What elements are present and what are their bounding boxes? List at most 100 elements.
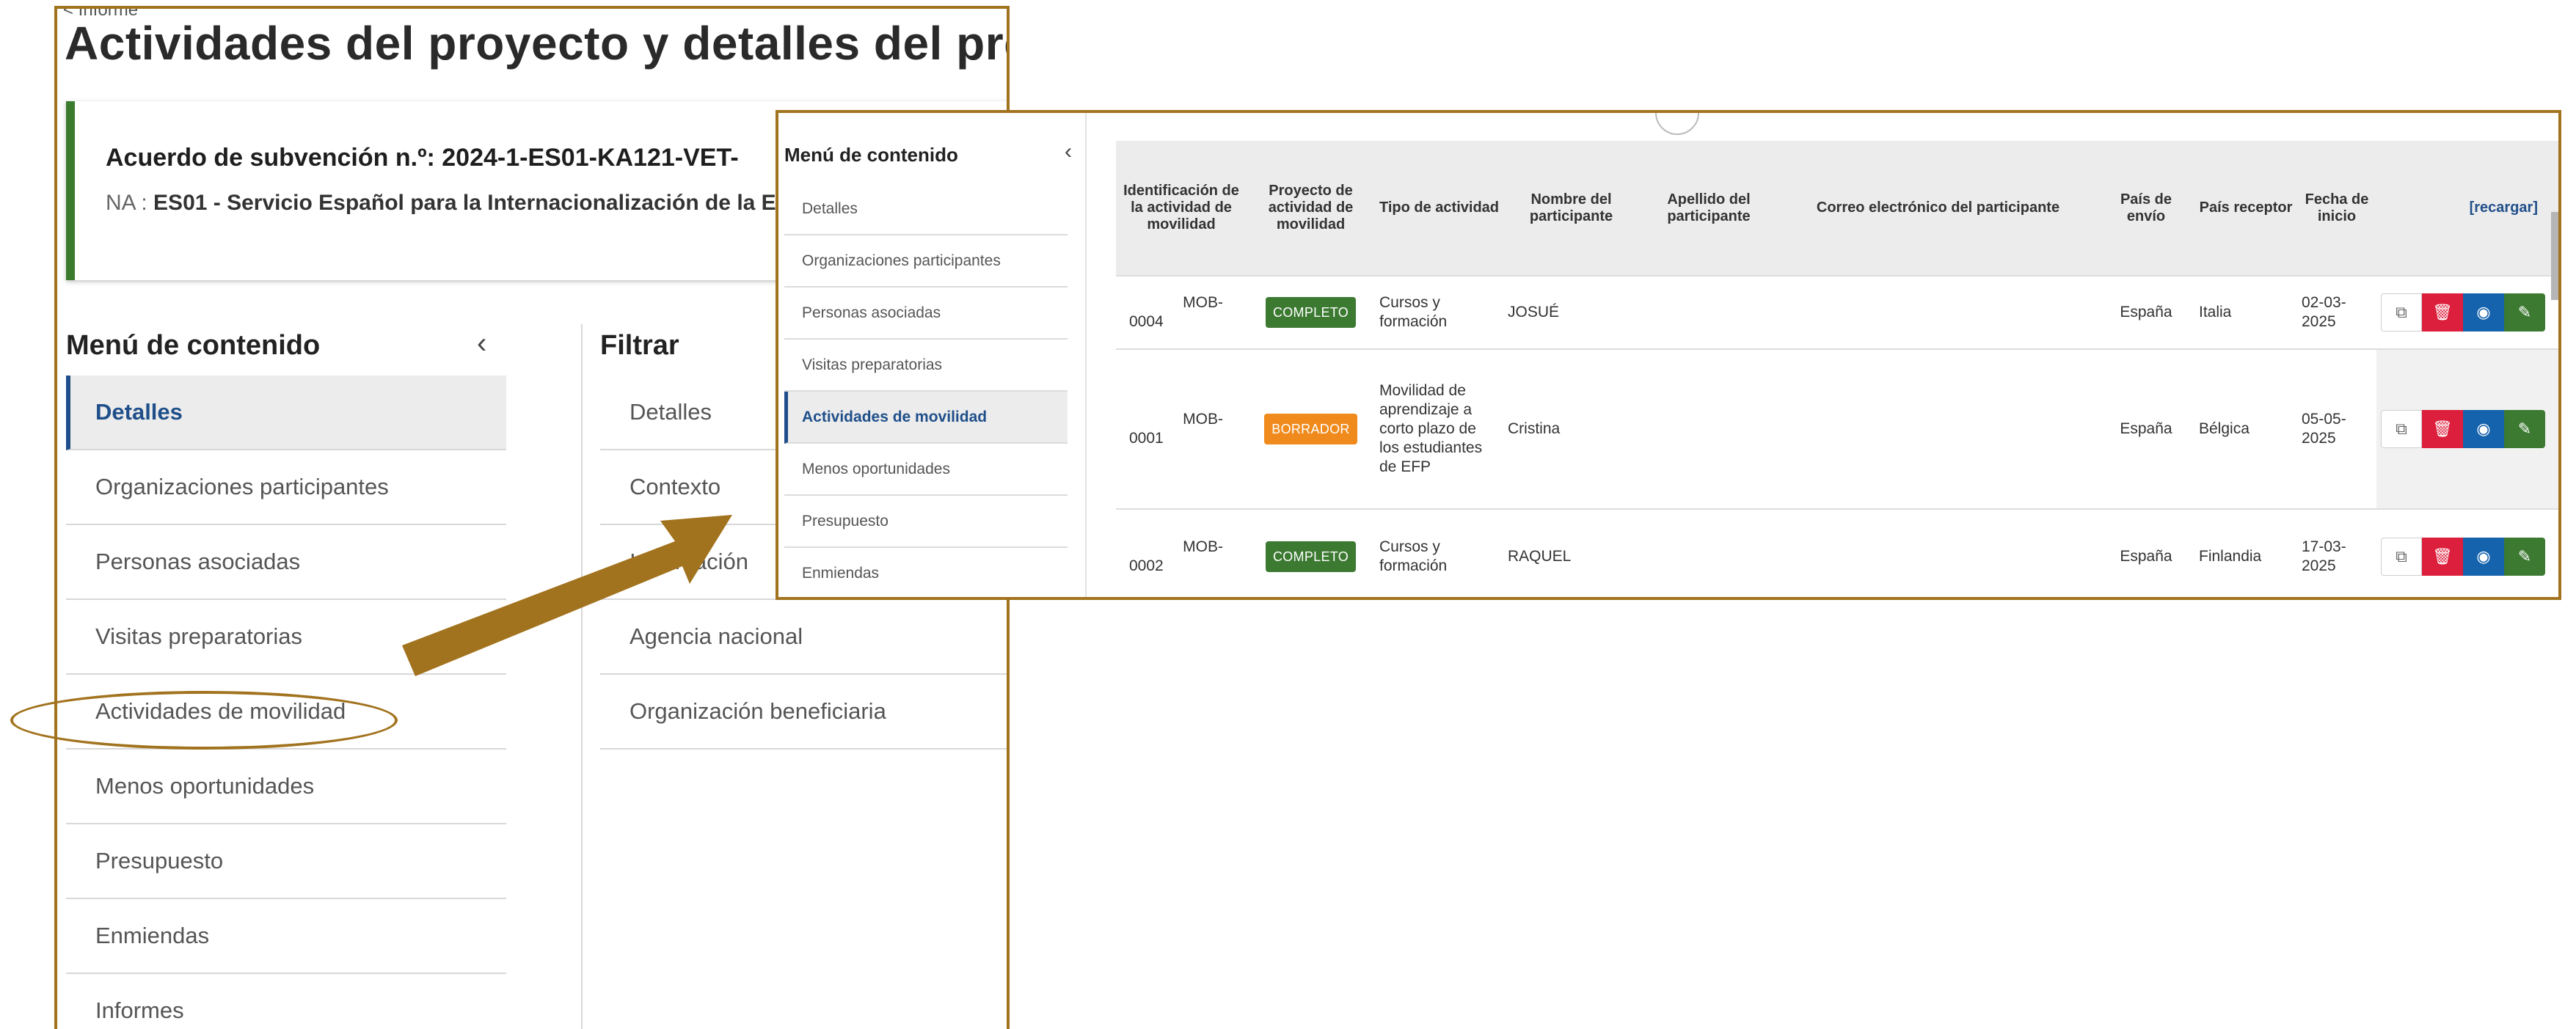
menu-item-menos-oportunidades[interactable]: Menos oportunidades <box>66 750 506 824</box>
cell-recv-country: Bélgica <box>2194 348 2297 509</box>
page-title: Actividades del proyecto y detalles del … <box>65 17 1007 70</box>
row-actions: ⧉ 🗑 ◉ ✎ <box>2381 293 2545 332</box>
filter-item-agencia-nacional[interactable]: Agencia nacional <box>600 600 1007 675</box>
col-header-id[interactable]: Identificación de la actividad de movili… <box>1116 141 1247 276</box>
cell-first-name: RAQUEL <box>1503 508 1639 597</box>
id-number: 0002 <box>1129 557 1164 574</box>
na-value: ES01 - Servicio Español para la Internac… <box>153 191 873 215</box>
menu-item-organizaciones[interactable]: Organizaciones participantes <box>66 450 506 525</box>
col-header-start-date[interactable]: Fecha de inicio <box>2297 141 2376 276</box>
content-menu-title: Menú de contenido <box>66 330 321 361</box>
trash-icon[interactable]: 🗑 <box>2422 293 2463 332</box>
cell-send-country: España <box>2098 275 2194 349</box>
menu-item-detalles[interactable]: Detalles <box>784 183 1068 235</box>
status-badge: COMPLETO <box>1265 297 1357 328</box>
menu-item-personas-asociadas[interactable]: Personas asociadas <box>784 288 1068 340</box>
content-menu-header: Menú de contenido ‹ <box>778 113 1085 183</box>
reload-link[interactable]: [recargar] <box>2376 141 2558 276</box>
status-badge: BORRADOR <box>1264 414 1357 444</box>
table-row: MOB- 0001 BORRADOR Movilidad de aprendiz… <box>1116 348 2558 509</box>
col-header-recv-country[interactable]: País receptor <box>2194 141 2297 276</box>
copy-icon[interactable]: ⧉ <box>2381 293 2422 332</box>
cell-id: MOB- 0002 <box>1116 508 1247 597</box>
trash-icon[interactable]: 🗑 <box>2422 410 2463 448</box>
id-prefix: MOB- <box>1183 538 1223 555</box>
na-label: NA : <box>106 191 147 215</box>
row-actions: ⧉ 🗑 ◉ ✎ <box>2381 410 2545 448</box>
cell-last-name <box>1639 275 1778 349</box>
cell-type: Cursos y formación <box>1375 275 1503 349</box>
cell-last-name <box>1639 348 1778 509</box>
cell-actions: ⧉ 🗑 ◉ ✎ <box>2376 348 2558 509</box>
cell-email <box>1778 275 2098 349</box>
copy-icon[interactable]: ⧉ <box>2381 410 2422 448</box>
menu-item-organizaciones[interactable]: Organizaciones participantes <box>784 235 1068 288</box>
id-prefix: MOB- <box>1183 294 1223 311</box>
mobility-table: Identificación de la actividad de movili… <box>1116 141 2558 597</box>
cell-start-date: 02-03-2025 <box>2297 275 2376 349</box>
cell-type: Movilidad de aprendizaje a corto plazo d… <box>1375 348 1503 509</box>
table-row: MOB- 0002 COMPLETO Cursos y formación RA… <box>1116 508 2558 597</box>
cell-actions: ⧉ 🗑 ◉ ✎ <box>2376 275 2558 349</box>
menu-item-personas-asociadas[interactable]: Personas asociadas <box>66 525 506 600</box>
copy-icon[interactable]: ⧉ <box>2381 537 2422 576</box>
edit-icon[interactable]: ✎ <box>2504 293 2545 332</box>
menu-item-enmiendas[interactable]: Enmiendas <box>66 899 506 974</box>
foreground-screenshot: Menú de contenido ‹ Detalles Organizacio… <box>776 110 2561 600</box>
eye-icon[interactable]: ◉ <box>2463 410 2504 448</box>
cell-status: COMPLETO <box>1247 275 1375 349</box>
edit-icon[interactable]: ✎ <box>2504 410 2545 448</box>
trash-icon[interactable]: 🗑 <box>2422 537 2463 576</box>
col-header-type[interactable]: Tipo de actividad <box>1375 141 1503 276</box>
status-badge: COMPLETO <box>1265 541 1357 572</box>
col-header-last-name[interactable]: Apellido del participante <box>1639 141 1778 276</box>
menu-item-detalles[interactable]: Detalles <box>66 376 506 450</box>
col-header-send-country[interactable]: País de envío <box>2098 141 2194 276</box>
scroll-indicator-circle <box>1655 113 1699 135</box>
table-row: MOB- 0004 COMPLETO Cursos y formación JO… <box>1116 275 2558 349</box>
cell-recv-country: Finlandia <box>2194 508 2297 597</box>
content-menu-zoomed: Menú de contenido ‹ Detalles Organizacio… <box>778 113 1087 597</box>
cell-last-name <box>1639 508 1778 597</box>
id-number: 0004 <box>1129 313 1164 330</box>
content-menu-header: Menú de contenido ‹ <box>66 317 506 376</box>
menu-item-actividades-movilidad[interactable]: Actividades de movilidad <box>784 392 1068 444</box>
cell-id: MOB- 0004 <box>1116 275 1247 349</box>
cell-email <box>1778 348 2098 509</box>
cell-send-country: España <box>2098 348 2194 509</box>
eye-icon[interactable]: ◉ <box>2463 537 2504 576</box>
filter-item-organizacion-beneficiaria[interactable]: Organización beneficiaria <box>600 675 1007 750</box>
cell-email <box>1778 508 2098 597</box>
grant-number: Acuerdo de subvención n.º: 2024-1-ES01-K… <box>106 144 739 172</box>
cell-actions: ⧉ 🗑 ◉ ✎ <box>2376 508 2558 597</box>
eye-icon[interactable]: ◉ <box>2463 293 2504 332</box>
col-header-project[interactable]: Proyecto de actividad de movilidad <box>1247 141 1375 276</box>
id-number: 0001 <box>1129 430 1164 447</box>
cell-start-date: 17-03-2025 <box>2297 508 2376 597</box>
menu-item-visitas[interactable]: Visitas preparatorias <box>66 600 506 675</box>
chevron-left-icon[interactable]: ‹ <box>1065 139 1072 164</box>
menu-item-informes[interactable]: Informes <box>66 974 506 1029</box>
cell-first-name: Cristina <box>1503 348 1639 509</box>
cell-start-date: 05-05-2025 <box>2297 348 2376 509</box>
menu-item-enmiendas[interactable]: Enmiendas <box>784 548 1068 597</box>
cell-status: BORRADOR <box>1247 348 1375 509</box>
table-header-row: Identificación de la actividad de movili… <box>1116 141 2558 276</box>
highlight-ellipse <box>10 691 398 750</box>
cell-recv-country: Italia <box>2194 275 2297 349</box>
cell-status: COMPLETO <box>1247 508 1375 597</box>
scrollbar[interactable] <box>2551 212 2558 300</box>
menu-item-menos-oportunidades[interactable]: Menos oportunidades <box>784 444 1068 496</box>
menu-item-visitas[interactable]: Visitas preparatorias <box>784 340 1068 392</box>
menu-item-presupuesto[interactable]: Presupuesto <box>784 496 1068 548</box>
edit-icon[interactable]: ✎ <box>2504 537 2545 576</box>
chevron-left-icon[interactable]: ‹ <box>477 327 486 360</box>
col-header-email[interactable]: Correo electrónico del participante <box>1778 141 2098 276</box>
col-header-first-name[interactable]: Nombre del participante <box>1503 141 1639 276</box>
menu-item-presupuesto[interactable]: Presupuesto <box>66 824 506 899</box>
row-actions: ⧉ 🗑 ◉ ✎ <box>2381 537 2545 576</box>
id-prefix: MOB- <box>1183 411 1223 428</box>
cell-send-country: España <box>2098 508 2194 597</box>
content-menu-title: Menú de contenido <box>784 144 958 166</box>
content-menu: Menú de contenido ‹ Detalles Organizacio… <box>66 317 506 1029</box>
